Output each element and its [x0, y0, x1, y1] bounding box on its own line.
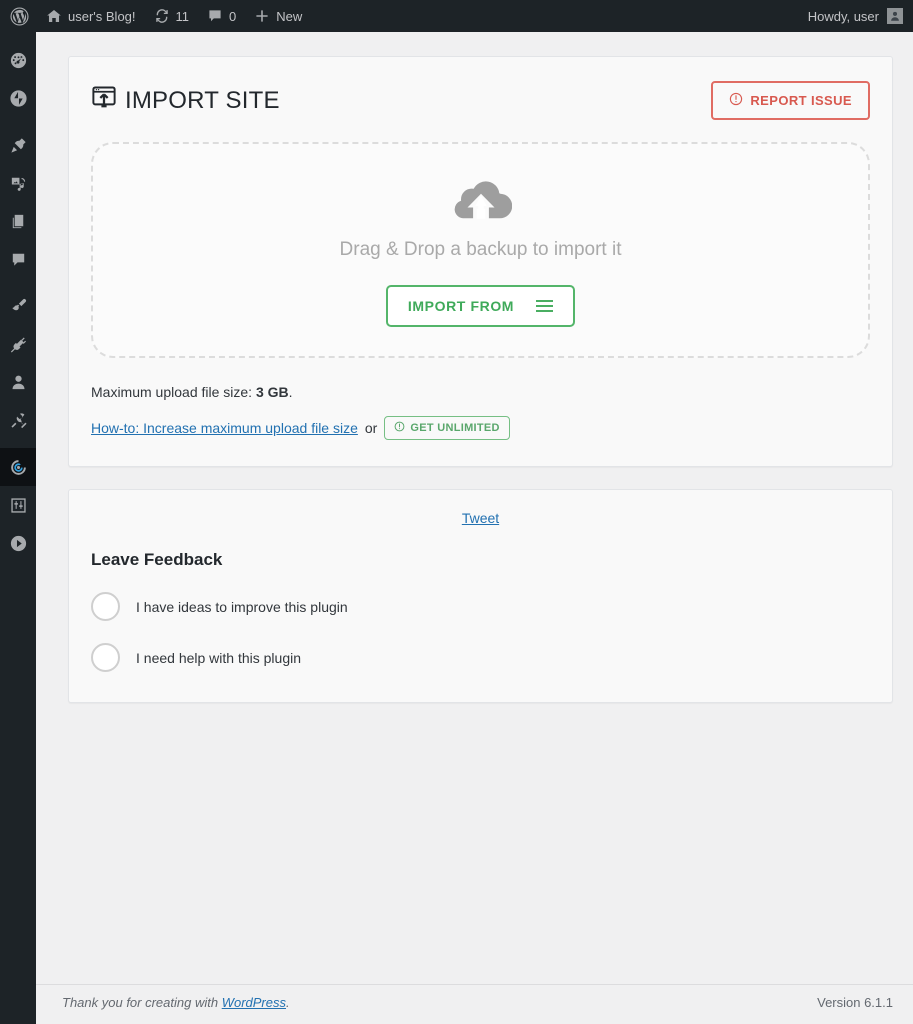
updates-icon [154, 8, 170, 24]
new-label: New [276, 8, 303, 24]
max-upload-prefix: Maximum upload file size: [91, 384, 256, 400]
avatar [887, 8, 903, 24]
footer-version: Version 6.1.1 [817, 995, 893, 1010]
user-icon [9, 373, 28, 392]
menu-spacer-2 [0, 278, 36, 287]
max-upload-suffix: . [288, 384, 293, 400]
wordpress-logo-icon [10, 6, 29, 26]
radio-ideas[interactable] [91, 592, 120, 621]
pin-icon [9, 136, 28, 155]
tweet-link[interactable]: Tweet [462, 510, 499, 526]
import-card-header: IMPORT SITE REPORT ISSUE [91, 57, 870, 142]
radio-help[interactable] [91, 643, 120, 672]
updates-count: 11 [175, 8, 190, 24]
my-account-menu[interactable]: Howdy, user [808, 8, 913, 24]
drag-drop-zone[interactable]: Drag & Drop a backup to import it IMPORT… [91, 142, 870, 358]
report-issue-button[interactable]: REPORT ISSUE [711, 81, 870, 120]
page-title: IMPORT SITE [91, 84, 280, 117]
tweet-row: Tweet [91, 510, 870, 528]
get-unlimited-button[interactable]: GET UNLIMITED [384, 416, 510, 440]
import-site-card: IMPORT SITE REPORT ISSUE Drag & Drop a b… [68, 56, 893, 467]
body-content: IMPORT SITE REPORT ISSUE Drag & Drop a b… [36, 32, 913, 703]
comment-bubble-icon [9, 250, 28, 269]
feedback-option-help[interactable]: I need help with this plugin [91, 643, 870, 672]
site-name-menu[interactable]: user's Blog! [37, 0, 145, 32]
drag-drop-label: Drag & Drop a backup to import it [339, 238, 622, 260]
comment-bubble-icon [207, 8, 223, 24]
admin-footer: Thank you for creating with WordPress. V… [36, 984, 913, 1024]
admin-sidebar-menu [0, 32, 44, 1024]
comments-count: 0 [229, 8, 237, 24]
report-issue-label: REPORT ISSUE [750, 93, 852, 108]
feedback-option-help-label: I need help with this plugin [136, 649, 301, 666]
exclamation-circle-icon [729, 92, 743, 109]
cloud-upload-icon [450, 174, 512, 229]
menu-spacer-top [0, 32, 36, 41]
howto-increase-upload-size-link[interactable]: How-to: Increase maximum upload file siz… [91, 420, 358, 436]
paint-brush-icon [9, 297, 28, 316]
import-from-button[interactable]: IMPORT FROM [385, 284, 576, 327]
media-icon [9, 174, 28, 193]
exclamation-circle-icon [394, 421, 405, 435]
content-area: IMPORT SITE REPORT ISSUE Drag & Drop a b… [36, 32, 913, 1024]
menu-spacer-1 [0, 117, 36, 126]
sidebar-item-dashboard[interactable] [0, 41, 36, 79]
howdy-label: Howdy, user [807, 8, 879, 24]
get-unlimited-label: GET UNLIMITED [410, 422, 500, 434]
sidebar-item-all-in-one-wp-migration[interactable] [0, 448, 44, 486]
site-name-label: user's Blog! [68, 8, 136, 24]
dashboard-gauge-icon [9, 51, 28, 70]
sidebar-item-jetpack[interactable] [0, 79, 36, 117]
sidebar-item-users[interactable] [0, 363, 36, 401]
or-label: or [364, 420, 378, 436]
hamburger-menu-icon [536, 299, 554, 312]
menu-spacer-3 [0, 439, 36, 448]
admin-bar: user's Blog! 11 0 New Howdy, user [0, 0, 913, 32]
plug-icon [9, 335, 28, 354]
wordpress-link[interactable]: WordPress [222, 995, 286, 1010]
sidebar-item-appearance[interactable] [0, 287, 36, 325]
updates-menu[interactable]: 11 [145, 0, 199, 32]
howto-row: How-to: Increase maximum upload file siz… [91, 416, 870, 440]
max-upload-value: 3 GB [255, 384, 289, 400]
window-upload-icon [91, 84, 117, 117]
sidebar-item-comments[interactable] [0, 240, 36, 278]
circular-arrow-icon [9, 458, 28, 477]
feedback-option-ideas-label: I have ideas to improve this plugin [136, 598, 348, 615]
plus-icon [254, 8, 270, 24]
comments-menu[interactable]: 0 [198, 0, 245, 32]
feedback-title: Leave Feedback [91, 550, 223, 569]
play-circle-icon [9, 534, 28, 553]
sidebar-item-tools[interactable] [0, 401, 36, 439]
sidebar-item-posts[interactable] [0, 126, 36, 164]
wrench-icon [9, 411, 28, 430]
sidebar-item-pages[interactable] [0, 202, 36, 240]
max-upload-size-text: Maximum upload file size: 3 GB. [91, 384, 870, 400]
footer-thanks-prefix: Thank you for creating with [62, 995, 222, 1010]
new-content-menu[interactable]: New [245, 0, 311, 32]
home-icon [46, 8, 62, 24]
footer-thankyou: Thank you for creating with WordPress. [62, 995, 290, 1010]
page-title-label: IMPORT SITE [125, 86, 280, 114]
sidebar-item-plugins[interactable] [0, 325, 36, 363]
import-from-label: IMPORT FROM [407, 297, 515, 314]
sliders-icon [9, 496, 28, 515]
footer-thanks-suffix: . [286, 995, 290, 1010]
pages-icon [9, 212, 28, 231]
sidebar-item-collapse-menu[interactable] [0, 524, 36, 562]
feedback-card: Tweet Leave Feedback I have ideas to imp… [68, 489, 893, 703]
sidebar-item-settings[interactable] [0, 486, 36, 524]
wp-logo-button[interactable] [0, 0, 37, 32]
feedback-option-ideas[interactable]: I have ideas to improve this plugin [91, 592, 870, 621]
jetpack-icon [9, 89, 28, 108]
sidebar-item-media[interactable] [0, 164, 36, 202]
